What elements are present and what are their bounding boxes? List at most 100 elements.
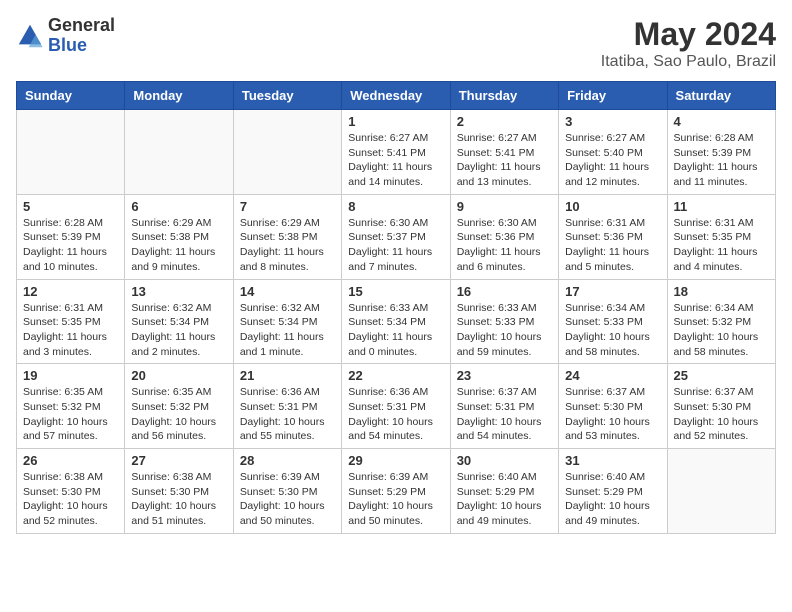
day-info: Sunrise: 6:27 AM Sunset: 5:41 PM Dayligh… <box>348 131 443 190</box>
calendar-day-cell: 25 Sunrise: 6:37 AM Sunset: 5:30 PM Dayli… <box>667 364 775 449</box>
calendar-day-cell: 1 Sunrise: 6:27 AM Sunset: 5:41 PM Daylig… <box>342 110 450 195</box>
day-number: 12 <box>23 284 118 299</box>
weekday-header-monday: Monday <box>125 82 233 110</box>
weekday-header-thursday: Thursday <box>450 82 558 110</box>
day-info: Sunrise: 6:31 AM Sunset: 5:35 PM Dayligh… <box>674 216 769 275</box>
calendar-table: SundayMondayTuesdayWednesdayThursdayFrid… <box>16 81 776 534</box>
day-number: 14 <box>240 284 335 299</box>
day-number: 11 <box>674 199 769 214</box>
calendar-day-cell: 29 Sunrise: 6:39 AM Sunset: 5:29 PM Dayli… <box>342 449 450 534</box>
calendar-day-cell: 4Sunrise: 6:28 AM Sunset: 5:39 PM Daylig… <box>667 110 775 195</box>
weekday-header-wednesday: Wednesday <box>342 82 450 110</box>
day-number: 21 <box>240 368 335 383</box>
day-info: Sunrise: 6:37 AM Sunset: 5:31 PM Dayligh… <box>457 385 552 444</box>
calendar-day-cell: 26 Sunrise: 6:38 AM Sunset: 5:30 PM Dayli… <box>17 449 125 534</box>
calendar-day-cell: 9Sunrise: 6:30 AM Sunset: 5:36 PM Daylig… <box>450 194 558 279</box>
day-number: 17 <box>565 284 660 299</box>
day-number: 3 <box>565 114 660 129</box>
day-number: 29 <box>348 453 443 468</box>
calendar-week-row: 1 Sunrise: 6:27 AM Sunset: 5:41 PM Daylig… <box>17 110 776 195</box>
page-header: General Blue May 2024 Itatiba, Sao Paulo… <box>16 16 776 71</box>
calendar-day-cell: 12 Sunrise: 6:31 AM Sunset: 5:35 PM Dayli… <box>17 279 125 364</box>
day-info: Sunrise: 6:33 AM Sunset: 5:34 PM Dayligh… <box>348 301 443 360</box>
calendar-day-cell: 24 Sunrise: 6:37 AM Sunset: 5:30 PM Dayli… <box>559 364 667 449</box>
day-number: 24 <box>565 368 660 383</box>
day-info: Sunrise: 6:30 AM Sunset: 5:37 PM Dayligh… <box>348 216 443 275</box>
calendar-day-cell: 28Sunrise: 6:39 AM Sunset: 5:30 PM Dayli… <box>233 449 341 534</box>
weekday-header-row: SundayMondayTuesdayWednesdayThursdayFrid… <box>17 82 776 110</box>
day-info: Sunrise: 6:29 AM Sunset: 5:38 PM Dayligh… <box>240 216 335 275</box>
day-info: Sunrise: 6:38 AM Sunset: 5:30 PM Dayligh… <box>23 470 118 529</box>
calendar-day-cell: 15 Sunrise: 6:33 AM Sunset: 5:34 PM Dayli… <box>342 279 450 364</box>
day-info: Sunrise: 6:35 AM Sunset: 5:32 PM Dayligh… <box>23 385 118 444</box>
calendar-day-cell: 16 Sunrise: 6:33 AM Sunset: 5:33 PM Dayli… <box>450 279 558 364</box>
logo: General Blue <box>16 16 115 56</box>
calendar-day-cell: 11 Sunrise: 6:31 AM Sunset: 5:35 PM Dayli… <box>667 194 775 279</box>
day-number: 4 <box>674 114 769 129</box>
calendar-day-cell: 21Sunrise: 6:36 AM Sunset: 5:31 PM Dayli… <box>233 364 341 449</box>
day-info: Sunrise: 6:37 AM Sunset: 5:30 PM Dayligh… <box>565 385 660 444</box>
calendar-day-cell: 7 Sunrise: 6:29 AM Sunset: 5:38 PM Daylig… <box>233 194 341 279</box>
day-info: Sunrise: 6:34 AM Sunset: 5:32 PM Dayligh… <box>674 301 769 360</box>
day-number: 20 <box>131 368 226 383</box>
calendar-day-cell: 3 Sunrise: 6:27 AM Sunset: 5:40 PM Daylig… <box>559 110 667 195</box>
day-number: 26 <box>23 453 118 468</box>
title-block: May 2024 Itatiba, Sao Paulo, Brazil <box>601 16 776 71</box>
day-number: 16 <box>457 284 552 299</box>
day-number: 6 <box>131 199 226 214</box>
day-info: Sunrise: 6:34 AM Sunset: 5:33 PM Dayligh… <box>565 301 660 360</box>
day-number: 5 <box>23 199 118 214</box>
logo-blue: Blue <box>48 36 115 56</box>
day-info: Sunrise: 6:29 AM Sunset: 5:38 PM Dayligh… <box>131 216 226 275</box>
day-info: Sunrise: 6:31 AM Sunset: 5:36 PM Dayligh… <box>565 216 660 275</box>
calendar-day-cell: 19 Sunrise: 6:35 AM Sunset: 5:32 PM Dayli… <box>17 364 125 449</box>
day-number: 2 <box>457 114 552 129</box>
calendar-day-cell: 13 Sunrise: 6:32 AM Sunset: 5:34 PM Dayli… <box>125 279 233 364</box>
day-info: Sunrise: 6:39 AM Sunset: 5:29 PM Dayligh… <box>348 470 443 529</box>
day-number: 31 <box>565 453 660 468</box>
calendar-day-cell <box>667 449 775 534</box>
calendar-day-cell: 30 Sunrise: 6:40 AM Sunset: 5:29 PM Dayli… <box>450 449 558 534</box>
day-info: Sunrise: 6:40 AM Sunset: 5:29 PM Dayligh… <box>457 470 552 529</box>
main-title: May 2024 <box>601 16 776 53</box>
day-number: 19 <box>23 368 118 383</box>
calendar-day-cell: 2Sunrise: 6:27 AM Sunset: 5:41 PM Daylig… <box>450 110 558 195</box>
calendar-day-cell: 5 Sunrise: 6:28 AM Sunset: 5:39 PM Daylig… <box>17 194 125 279</box>
day-info: Sunrise: 6:28 AM Sunset: 5:39 PM Dayligh… <box>23 216 118 275</box>
day-info: Sunrise: 6:30 AM Sunset: 5:36 PM Dayligh… <box>457 216 552 275</box>
calendar-day-cell: 14 Sunrise: 6:32 AM Sunset: 5:34 PM Dayli… <box>233 279 341 364</box>
day-number: 28 <box>240 453 335 468</box>
day-number: 10 <box>565 199 660 214</box>
logo-text: General Blue <box>48 16 115 56</box>
day-number: 13 <box>131 284 226 299</box>
day-info: Sunrise: 6:27 AM Sunset: 5:40 PM Dayligh… <box>565 131 660 190</box>
weekday-header-saturday: Saturday <box>667 82 775 110</box>
day-info: Sunrise: 6:31 AM Sunset: 5:35 PM Dayligh… <box>23 301 118 360</box>
day-number: 8 <box>348 199 443 214</box>
day-info: Sunrise: 6:36 AM Sunset: 5:31 PM Dayligh… <box>348 385 443 444</box>
calendar-day-cell: 10 Sunrise: 6:31 AM Sunset: 5:36 PM Dayli… <box>559 194 667 279</box>
calendar-day-cell: 22 Sunrise: 6:36 AM Sunset: 5:31 PM Dayli… <box>342 364 450 449</box>
day-number: 30 <box>457 453 552 468</box>
day-number: 1 <box>348 114 443 129</box>
day-number: 25 <box>674 368 769 383</box>
calendar-day-cell: 17 Sunrise: 6:34 AM Sunset: 5:33 PM Dayli… <box>559 279 667 364</box>
day-number: 15 <box>348 284 443 299</box>
calendar-day-cell: 18Sunrise: 6:34 AM Sunset: 5:32 PM Dayli… <box>667 279 775 364</box>
weekday-header-friday: Friday <box>559 82 667 110</box>
calendar-day-cell: 6 Sunrise: 6:29 AM Sunset: 5:38 PM Daylig… <box>125 194 233 279</box>
calendar-day-cell <box>17 110 125 195</box>
day-info: Sunrise: 6:32 AM Sunset: 5:34 PM Dayligh… <box>131 301 226 360</box>
logo-icon <box>16 22 44 50</box>
day-number: 22 <box>348 368 443 383</box>
weekday-header-tuesday: Tuesday <box>233 82 341 110</box>
day-info: Sunrise: 6:33 AM Sunset: 5:33 PM Dayligh… <box>457 301 552 360</box>
day-number: 7 <box>240 199 335 214</box>
day-info: Sunrise: 6:38 AM Sunset: 5:30 PM Dayligh… <box>131 470 226 529</box>
calendar-day-cell: 8 Sunrise: 6:30 AM Sunset: 5:37 PM Daylig… <box>342 194 450 279</box>
calendar-day-cell: 27Sunrise: 6:38 AM Sunset: 5:30 PM Dayli… <box>125 449 233 534</box>
day-info: Sunrise: 6:37 AM Sunset: 5:30 PM Dayligh… <box>674 385 769 444</box>
day-info: Sunrise: 6:32 AM Sunset: 5:34 PM Dayligh… <box>240 301 335 360</box>
calendar-day-cell: 20Sunrise: 6:35 AM Sunset: 5:32 PM Dayli… <box>125 364 233 449</box>
calendar-day-cell <box>125 110 233 195</box>
